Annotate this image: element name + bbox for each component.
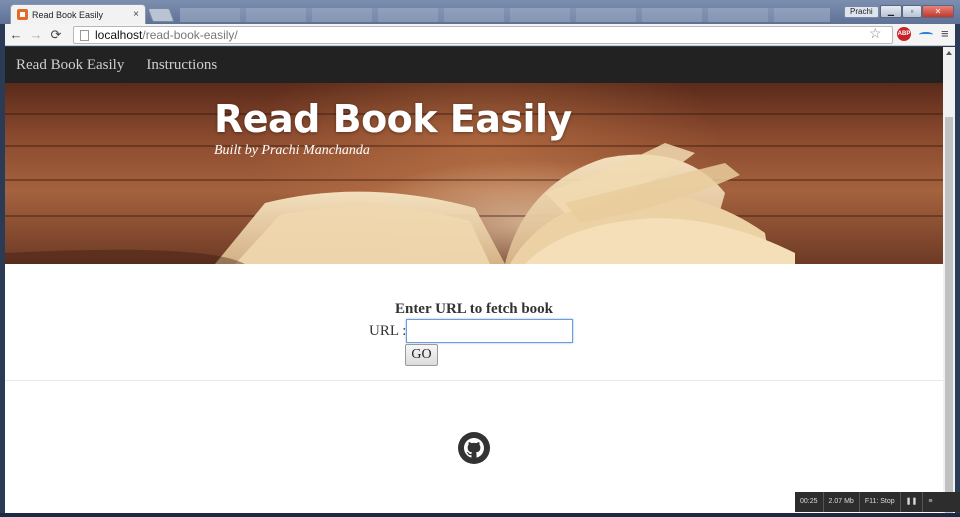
recorder-menu-icon[interactable]: ≡ <box>923 492 937 512</box>
site-navbar: Read Book Easily Instructions <box>5 47 943 83</box>
github-icon[interactable] <box>458 432 490 464</box>
browser-toolbar: ← → ⟳ localhost/read-book-easily/ ☆ ABP … <box>5 24 955 46</box>
hero-title: Read Book Easily <box>214 97 572 141</box>
recorder-size: 2.07 Mb <box>824 492 860 512</box>
page-viewport: Read Book Easily Instructions Read Book … <box>5 47 943 513</box>
tab-read-book-easily[interactable]: Read Book Easily × <box>10 4 146 24</box>
close-window-button[interactable]: ✕ <box>922 5 954 18</box>
background-tabs <box>180 8 830 22</box>
favicon-icon <box>17 9 28 20</box>
recorder-pause-icon[interactable]: ❚❚ <box>901 492 924 512</box>
recorder-time: 00:25 <box>795 492 824 512</box>
scroll-up-icon[interactable] <box>946 51 952 55</box>
tab-strip: Read Book Easily × Prachi ▁ ▫ ✕ <box>0 0 960 24</box>
url-label: URL : <box>369 323 407 339</box>
back-button[interactable]: ← <box>7 27 25 42</box>
form-heading: Enter URL to fetch book <box>394 301 554 317</box>
browser-menu-icon[interactable]: ≡ <box>941 26 949 41</box>
recorder-widget: 00:25 2.07 Mb F11: Stop ❚❚ ≡ <box>795 492 960 512</box>
github-logo-icon <box>464 438 484 458</box>
tab-close-icon[interactable]: × <box>133 9 139 20</box>
hero-banner: Read Book Easily Built by Prachi Manchan… <box>5 83 943 264</box>
hero-subtitle: Built by Prachi Manchanda <box>214 143 370 158</box>
minimize-button[interactable]: ▁ <box>880 5 902 18</box>
os-taskbar <box>0 513 960 517</box>
adblock-icon[interactable]: ABP <box>897 27 911 41</box>
url-input[interactable] <box>406 319 573 343</box>
forward-button[interactable]: → <box>27 27 45 42</box>
address-bar[interactable]: localhost/read-book-easily/ <box>73 26 893 44</box>
navbar-brand[interactable]: Read Book Easily <box>16 57 124 74</box>
url-host: localhost <box>95 28 143 42</box>
browser-window: Read Book Easily × Prachi ▁ ▫ ✕ ← → ⟳ lo… <box>0 0 960 517</box>
reload-button[interactable]: ⟳ <box>47 27 65 43</box>
go-button[interactable]: GO <box>405 344 438 366</box>
scrollbar-thumb[interactable] <box>945 117 953 513</box>
new-tab-button[interactable] <box>147 8 175 22</box>
fetch-book-form: Enter URL to fetch book URL : GO <box>5 264 943 380</box>
maximize-button[interactable]: ▫ <box>902 5 922 18</box>
divider <box>5 380 943 381</box>
page-icon <box>80 29 89 41</box>
tab-title: Read Book Easily <box>32 9 104 20</box>
extension-icon[interactable] <box>919 32 933 37</box>
bookmark-star-icon[interactable]: ☆ <box>869 25 882 42</box>
recorder-stop-button[interactable]: F11: Stop <box>860 492 901 512</box>
nav-link-instructions[interactable]: Instructions <box>146 57 217 74</box>
profile-button[interactable]: Prachi <box>844 6 879 18</box>
url-path: /read-book-easily/ <box>142 28 238 42</box>
vertical-scrollbar[interactable] <box>943 47 955 513</box>
